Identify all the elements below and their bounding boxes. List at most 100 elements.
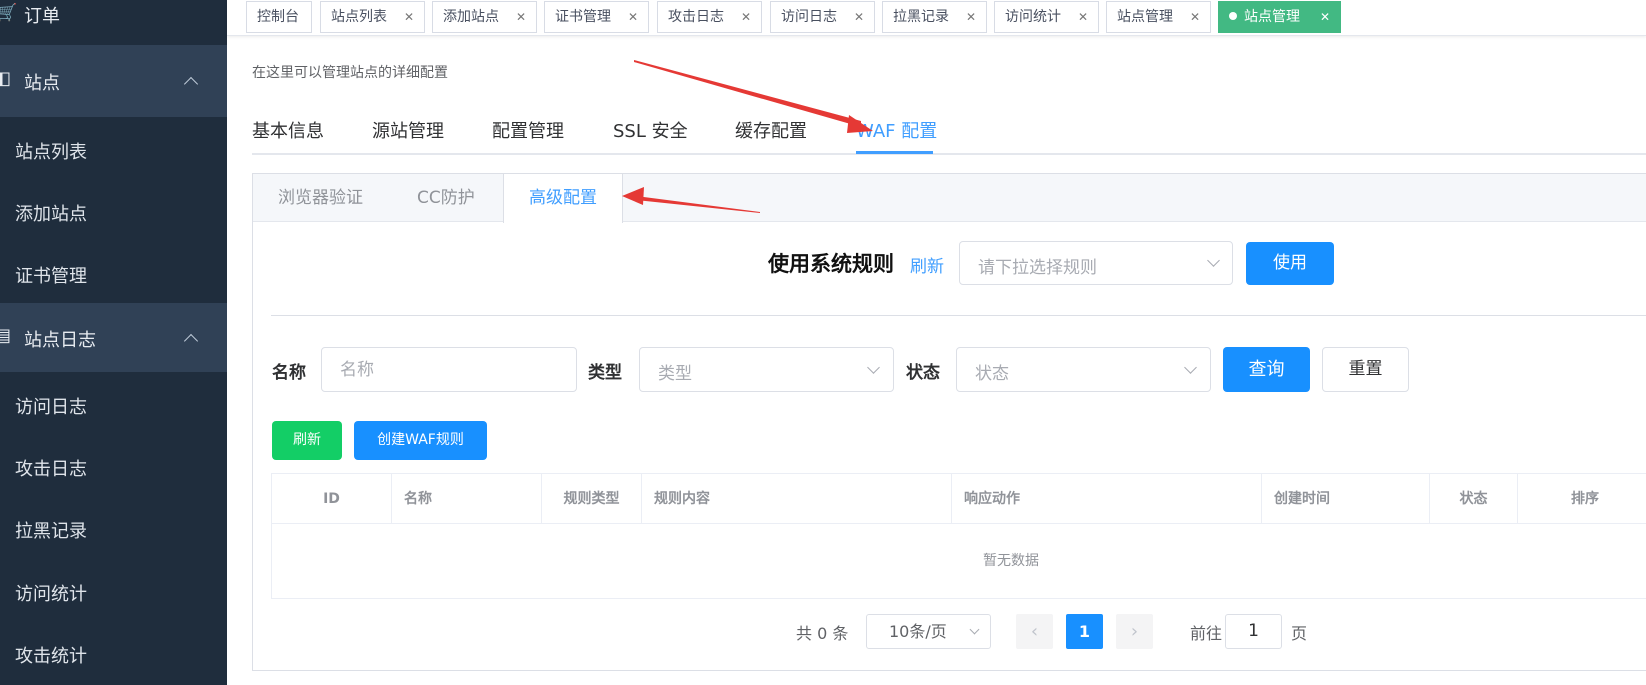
create-waf-rule-button[interactable]: 创建WAF规则 xyxy=(354,421,487,460)
column-header-response-action[interactable]: 响应动作 xyxy=(952,474,1262,524)
column-header-created-time[interactable]: 创建时间 xyxy=(1262,474,1430,524)
close-icon[interactable]: ✕ xyxy=(966,2,976,32)
tag-label: 证书管理 xyxy=(555,9,611,25)
tag-cert-manage[interactable]: 证书管理 ✕ xyxy=(544,1,649,33)
sidebar-item-access-log[interactable]: 访问日志 xyxy=(15,393,87,419)
close-icon[interactable]: ✕ xyxy=(404,2,414,32)
sidebar-item-add-site[interactable]: 添加站点 xyxy=(15,200,87,226)
close-icon[interactable]: ✕ xyxy=(628,2,638,32)
sub-tabs-header: 浏览器验证 CC防护 高级配置 xyxy=(253,174,1646,223)
tag-label: 访问统计 xyxy=(1005,9,1061,25)
chevron-down-icon xyxy=(1184,361,1197,374)
column-header-name[interactable]: 名称 xyxy=(392,474,542,524)
column-header-rule-type[interactable]: 规则类型 xyxy=(542,474,642,524)
sidebar-group-label: 站点日志 xyxy=(24,330,96,351)
close-icon[interactable]: ✕ xyxy=(854,2,864,32)
sidebar-item-site-list[interactable]: 站点列表 xyxy=(15,138,87,164)
tab-ssl-security[interactable]: SSL 安全 xyxy=(613,117,688,143)
tab-config-manage[interactable]: 配置管理 xyxy=(492,117,564,143)
sidebar-item-attack-stats[interactable]: 攻击统计 xyxy=(15,642,87,668)
refresh-button[interactable]: 刷新 xyxy=(272,421,342,460)
reset-button[interactable]: 重置 xyxy=(1322,347,1409,392)
use-rule-button[interactable]: 使用 xyxy=(1246,242,1334,285)
sidebar-item-order[interactable]: 🛒 订单 xyxy=(0,0,227,30)
column-header-id[interactable]: ID xyxy=(272,474,392,524)
tag-site-manage[interactable]: 站点管理 ✕ xyxy=(1106,1,1211,33)
waf-rules-table: ID 名称 规则类型 规则内容 响应动作 创建时间 状态 排序 暂无数据 xyxy=(271,473,1646,599)
sidebar-item-blacklist[interactable]: 拉黑记录 xyxy=(15,517,87,543)
table-empty-text: 暂无数据 xyxy=(983,553,1039,569)
status-filter-select[interactable]: 状态 xyxy=(956,347,1211,392)
chevron-down-icon xyxy=(867,361,880,374)
column-header-sort[interactable]: 排序 xyxy=(1518,474,1646,524)
tag-access-stats[interactable]: 访问统计 ✕ xyxy=(994,1,1099,33)
cart-icon: 🛒 xyxy=(0,3,18,23)
goto-page-input[interactable]: 1 xyxy=(1225,614,1282,649)
column-header-rule-content[interactable]: 规则内容 xyxy=(642,474,952,524)
status-filter-label: 状态 xyxy=(906,363,940,383)
tab-browser-verify[interactable]: 浏览器验证 xyxy=(278,174,363,222)
sidebar: 🛒 订单 ◧ 站点 站点列表 添加站点 证书管理 ▤ 站点日志 访问日志 攻击日… xyxy=(0,0,227,685)
column-header-status[interactable]: 状态 xyxy=(1430,474,1518,524)
sidebar-item-label: 订单 xyxy=(24,6,60,27)
table-header: ID 名称 规则类型 规则内容 响应动作 创建时间 状态 排序 xyxy=(272,474,1646,524)
tab-waf-config[interactable]: WAF 配置 xyxy=(856,117,937,143)
sidebar-item-attack-log[interactable]: 攻击日志 xyxy=(15,455,87,481)
system-rules-title: 使用系统规则 xyxy=(768,252,894,276)
sidebar-item-cert-manage[interactable]: 证书管理 xyxy=(15,262,87,288)
active-tab-indicator xyxy=(856,151,933,154)
sidebar-group-label: 站点 xyxy=(24,73,60,94)
tag-access-log[interactable]: 访问日志 ✕ xyxy=(770,1,875,33)
tag-blacklist[interactable]: 拉黑记录 ✕ xyxy=(882,1,987,33)
next-page-button[interactable]: › xyxy=(1116,614,1153,649)
name-filter-input[interactable] xyxy=(321,347,577,392)
name-input[interactable] xyxy=(322,348,576,391)
tag-site-manage-active[interactable]: 站点管理 ✕ xyxy=(1218,1,1341,33)
tag-dashboard[interactable]: 控制台 xyxy=(246,1,312,33)
chevron-up-icon xyxy=(183,76,199,92)
tab-advanced-config[interactable]: 高级配置 xyxy=(503,174,623,223)
goto-label: 前往 xyxy=(1190,624,1223,643)
tag-label: 添加站点 xyxy=(443,9,499,25)
tag-label: 站点管理 xyxy=(1117,9,1173,25)
page-number-1[interactable]: 1 xyxy=(1066,614,1103,649)
prev-page-button[interactable]: ‹ xyxy=(1016,614,1053,649)
sidebar-group-site[interactable]: ◧ 站点 xyxy=(0,45,227,117)
chevron-up-icon xyxy=(183,333,199,349)
tag-label: 站点管理 xyxy=(1244,9,1300,25)
tab-origin-manage[interactable]: 源站管理 xyxy=(372,117,444,143)
close-icon[interactable]: ✕ xyxy=(1190,2,1200,32)
tag-label: 站点列表 xyxy=(331,9,387,25)
page-suffix: 页 xyxy=(1291,624,1308,643)
tag-label: 拉黑记录 xyxy=(893,9,949,25)
query-button[interactable]: 查询 xyxy=(1223,347,1310,392)
page-description: 在这里可以管理站点的详细配置 xyxy=(252,65,448,81)
name-filter-label: 名称 xyxy=(272,363,306,383)
sidebar-group-site-log[interactable]: ▤ 站点日志 xyxy=(0,303,227,372)
chevron-down-icon xyxy=(969,624,980,635)
site-icon: ◧ xyxy=(0,68,12,89)
tag-attack-log[interactable]: 攻击日志 ✕ xyxy=(657,1,762,33)
tag-add-site[interactable]: 添加站点 ✕ xyxy=(432,1,537,33)
refresh-rules-link[interactable]: 刷新 xyxy=(910,252,944,277)
tab-cc-protect[interactable]: CC防护 xyxy=(417,174,475,222)
tag-label: 控制台 xyxy=(257,9,299,25)
status-select-placeholder: 状态 xyxy=(975,364,1009,384)
sidebar-item-access-stats[interactable]: 访问统计 xyxy=(15,580,87,606)
close-icon[interactable]: ✕ xyxy=(1320,2,1330,32)
close-icon[interactable]: ✕ xyxy=(741,2,751,32)
close-icon[interactable]: ✕ xyxy=(516,2,526,32)
rule-select[interactable]: 请下拉选择规则 xyxy=(959,241,1233,285)
app-root: 🛒 订单 ◧ 站点 站点列表 添加站点 证书管理 ▤ 站点日志 访问日志 攻击日… xyxy=(0,0,1646,685)
tabs-divider xyxy=(252,153,1646,155)
tab-basic-info[interactable]: 基本信息 xyxy=(252,117,324,143)
chevron-down-icon xyxy=(1207,254,1220,267)
type-filter-select[interactable]: 类型 xyxy=(639,347,894,392)
tab-cache-config[interactable]: 缓存配置 xyxy=(735,117,807,143)
page-size-select[interactable]: 10条/页 xyxy=(866,614,991,649)
close-icon[interactable]: ✕ xyxy=(1078,2,1088,32)
section-divider xyxy=(271,315,1646,316)
pagination-total: 共 0 条 xyxy=(796,624,849,643)
tag-site-list[interactable]: 站点列表 ✕ xyxy=(320,1,425,33)
tag-label: 访问日志 xyxy=(781,9,837,25)
